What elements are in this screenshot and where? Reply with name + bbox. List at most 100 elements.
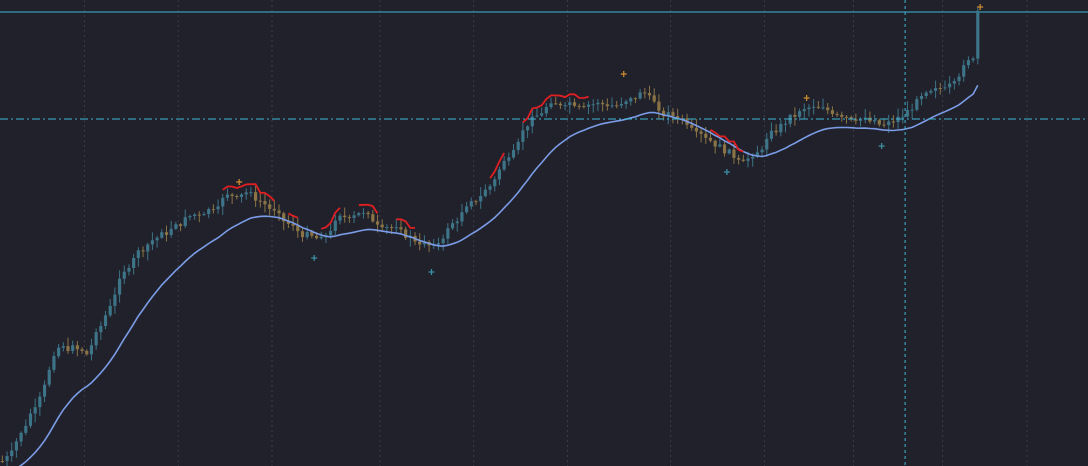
- candle-body: [938, 88, 942, 90]
- candles: [0, 7, 980, 466]
- candle-body: [718, 144, 722, 147]
- candle-body: [258, 200, 262, 202]
- candle-body: [99, 326, 103, 333]
- candle-body: [821, 107, 825, 109]
- chart-canvas[interactable]: [0, 0, 1088, 466]
- candle-body: [924, 92, 928, 96]
- candle-body: [113, 294, 117, 306]
- candle-body: [943, 87, 947, 89]
- candle-body: [394, 227, 398, 229]
- candle-body: [441, 238, 445, 244]
- candle-body: [80, 349, 84, 351]
- candle-body: [610, 105, 614, 107]
- candle-body: [127, 267, 131, 272]
- candle-body: [554, 103, 558, 105]
- candle-body: [737, 157, 741, 160]
- candle-body: [633, 98, 638, 100]
- candle-body: [239, 194, 244, 197]
- trailing-line-red: [222, 183, 275, 202]
- candle-body: [263, 201, 267, 205]
- candle-body: [971, 58, 975, 61]
- candle-body: [225, 194, 230, 198]
- candle-body: [844, 116, 849, 118]
- candle-body: [375, 221, 380, 225]
- candle-body: [793, 114, 797, 117]
- candle-body: [493, 179, 497, 187]
- candle-body: [207, 209, 211, 215]
- candle-body: [952, 80, 956, 84]
- trailing-stop-line: [18, 84, 979, 466]
- candle-body: [812, 106, 816, 108]
- candle-body: [89, 345, 94, 355]
- candle-body: [657, 101, 661, 111]
- candle-body: [868, 117, 872, 122]
- candle-body: [160, 232, 164, 238]
- candle-body: [474, 201, 478, 203]
- candle-body: [601, 102, 605, 105]
- candle-body: [741, 159, 745, 161]
- candle-body: [690, 124, 694, 128]
- candle-body: [760, 149, 764, 153]
- candle-body: [497, 169, 502, 180]
- candle-body: [235, 195, 239, 197]
- candle-body: [873, 120, 877, 122]
- candle-body: [877, 120, 881, 125]
- candle-body: [174, 224, 178, 229]
- candle-body: [455, 221, 459, 224]
- candle-body: [28, 413, 33, 426]
- candle-body: [671, 112, 675, 117]
- candle-body: [347, 217, 351, 219]
- candle-body: [976, 10, 980, 59]
- candle-body: [164, 232, 169, 235]
- candle-body: [647, 93, 652, 96]
- candle-body: [511, 149, 516, 158]
- candle-body: [221, 197, 225, 207]
- candle-body: [155, 237, 159, 241]
- candle-body: [108, 305, 112, 316]
- candle-body: [830, 110, 835, 114]
- price-chart[interactable]: [0, 0, 1088, 466]
- candle-body: [699, 131, 703, 134]
- candle-body: [357, 213, 361, 216]
- candle-body: [216, 206, 220, 210]
- candle-body: [136, 250, 140, 258]
- candle-body: [38, 396, 42, 408]
- candle-body: [962, 65, 966, 77]
- candle-body: [319, 236, 323, 239]
- candle-body: [652, 95, 656, 102]
- candle-body: [746, 158, 750, 161]
- candle-body: [915, 99, 919, 110]
- candle-body: [826, 107, 830, 111]
- candle-body: [727, 149, 731, 154]
- candle-body: [211, 209, 215, 211]
- candle-body: [71, 345, 75, 351]
- candle-body: [371, 214, 375, 222]
- candle-body: [14, 441, 19, 451]
- candle-body: [516, 141, 520, 150]
- candle-body: [572, 102, 577, 106]
- candle-body: [94, 332, 98, 346]
- candle-body: [314, 235, 319, 239]
- candle-body: [277, 210, 281, 214]
- trailing-line-red: [489, 152, 505, 179]
- candle-body: [521, 130, 525, 142]
- candle-body: [802, 109, 806, 112]
- candle-body: [57, 347, 61, 357]
- candle-body: [465, 206, 469, 213]
- candle-body: [835, 113, 839, 115]
- candle-body: [591, 104, 595, 106]
- candle-body: [807, 107, 811, 110]
- candle-body: [385, 227, 389, 229]
- candle-body: [783, 123, 788, 125]
- candle-body: [549, 103, 553, 108]
- candle-body: [75, 345, 79, 350]
- candle-body: [178, 224, 183, 226]
- candle-body: [169, 228, 173, 235]
- candle-body: [769, 130, 774, 139]
- candle-body: [577, 105, 581, 107]
- candle-body: [704, 133, 708, 138]
- candle-body: [61, 346, 65, 348]
- candle-body: [840, 114, 844, 117]
- candle-body: [253, 192, 258, 201]
- candle-body: [418, 241, 422, 245]
